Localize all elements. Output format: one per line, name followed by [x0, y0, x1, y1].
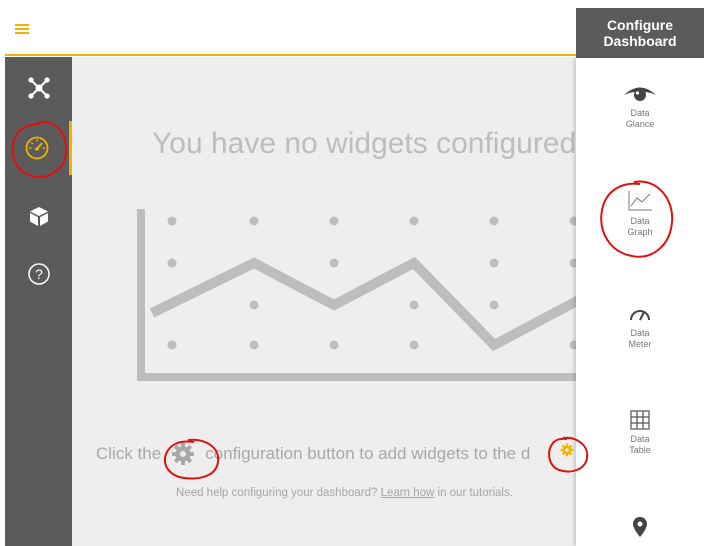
chart-line [149, 256, 576, 352]
left-sidebar: ? [5, 57, 72, 546]
widget-label-line2: Meter [628, 339, 652, 349]
chart-dot [489, 300, 499, 310]
chart-dot [329, 216, 339, 226]
configure-dashboard-panel: Data Glance Data Graph Data Meter Data T… [576, 58, 704, 546]
chart-dot [249, 340, 259, 350]
dashboard-canvas: You have no widgets configured Click the [72, 57, 576, 546]
widget-label-line1: Data [630, 328, 650, 338]
nav-item-network[interactable] [5, 61, 72, 115]
chart-dot [167, 340, 177, 350]
learn-how-link[interactable]: Learn how [381, 487, 435, 499]
widget-data-glance[interactable]: Data Glance [576, 82, 704, 130]
widget-label-line2: Graph [627, 227, 653, 237]
nav-item-devices[interactable] [5, 189, 72, 243]
widget-label-line1: Data [630, 216, 650, 226]
empty-state-instruction: Click the configuration button to add wi… [96, 442, 530, 466]
widget-label-line1: Data [630, 434, 650, 444]
widget-map[interactable] [576, 516, 704, 538]
chart-dot [249, 216, 259, 226]
panel-title-line2: Dashboard [603, 33, 677, 49]
dashboard-meter-icon [25, 136, 49, 160]
gear-icon [171, 442, 195, 466]
widget-label-line2: Table [629, 445, 651, 455]
widget-data-meter[interactable]: Data Meter [576, 304, 704, 350]
table-grid-icon [630, 410, 650, 430]
chart-dot [329, 340, 339, 350]
help-text-before: Need help configuring your dashboard? [176, 487, 378, 499]
eye-icon [624, 87, 656, 101]
chart-dot [409, 216, 419, 226]
help-glyph: ? [35, 266, 43, 282]
map-pin-icon [633, 517, 647, 537]
configure-dashboard-header: Configure Dashboard [576, 8, 704, 58]
cta-text-before: Click the [96, 444, 162, 463]
placeholder-chart-illustration [137, 209, 576, 381]
chart-dot [249, 300, 259, 310]
chart-dot [329, 258, 339, 268]
panel-title-line1: Configure [606, 17, 674, 33]
nav-item-help[interactable]: ? [5, 247, 72, 301]
config-gear-button[interactable] [560, 443, 574, 462]
network-icon [27, 77, 50, 99]
line-graph-icon [628, 191, 652, 211]
chart-dot [489, 216, 499, 226]
help-icon: ? [27, 263, 50, 285]
nav-item-dashboard[interactable] [5, 121, 72, 175]
hamburger-menu-icon[interactable] [13, 21, 31, 41]
chart-dot [167, 216, 177, 226]
help-text-after: in our tutorials. [434, 487, 513, 499]
help-text: Need help configuring your dashboard? Le… [176, 487, 513, 499]
widget-label-line1: Data [630, 108, 650, 118]
chart-dot [409, 340, 419, 350]
widget-label-line2: Glance [625, 119, 655, 129]
cta-text-after: configuration button to add widgets to t… [205, 444, 531, 463]
widget-data-table[interactable]: Data Table [576, 410, 704, 456]
chart-dot [409, 300, 419, 310]
empty-state-headline: You have no widgets configured [152, 127, 576, 160]
gauge-icon [630, 310, 650, 321]
gear-icon [560, 443, 574, 457]
cube-icon [29, 207, 48, 226]
top-bar [5, 8, 576, 56]
chart-dot [489, 258, 499, 268]
widget-data-graph[interactable]: Data Graph [576, 190, 704, 238]
chart-dot [167, 258, 177, 268]
